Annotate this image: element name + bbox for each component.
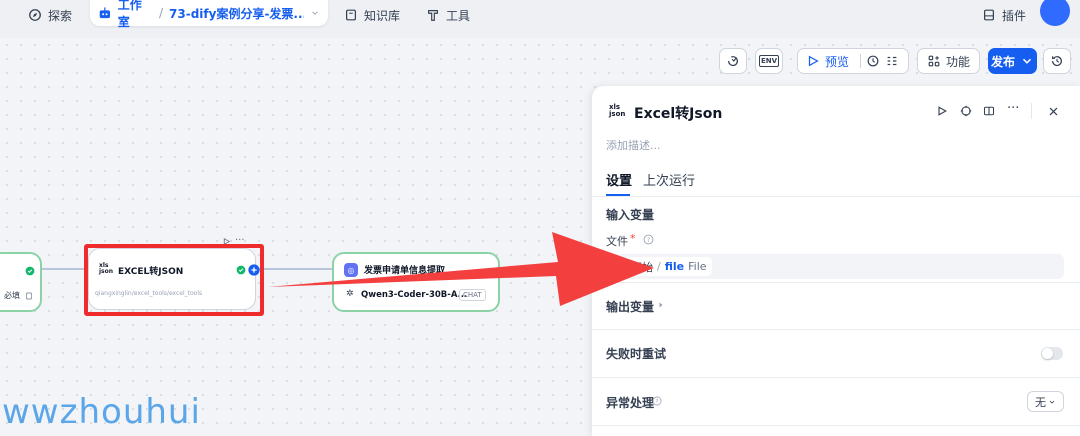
top-navigation: 探索 工作室 / 73-dify案例分享-发票... 知识库 工具 插件 [0,0,1080,38]
node-title: 发票申请单信息提取 [364,266,446,276]
features-label: 功能 [945,54,970,69]
nav-plugins-label: 插件 [1002,8,1027,23]
section-divider [592,425,1080,426]
env-button[interactable]: ENV [755,48,783,74]
panel-title[interactable]: Excel转Json [634,103,722,123]
nav-tools-label: 工具 [446,8,471,23]
model-name: Qwen3-Coder-30B-A... [361,290,468,300]
node-llm[interactable]: ◎ 发票申请单信息提取 ✲ Qwen3-Coder-30B-A... CHAT [332,252,500,312]
edge-excel-to-llm [256,268,332,270]
compass-icon [29,9,41,21]
input-vars-heading: 输入变量 [606,208,655,222]
workspace-link[interactable]: 工作室 [118,0,153,30]
node-start[interactable]: 必填 [0,252,42,312]
run-history-icon[interactable] [866,54,880,68]
chevron-right-icon[interactable] [657,301,665,309]
var-separator: / [657,260,661,273]
section-divider [592,377,1080,378]
preview-group: 预览 [797,48,909,74]
play-icon[interactable] [806,54,820,68]
variable-reference[interactable]: 开始 / file File [612,257,712,276]
chevron-down-icon [1022,58,1032,64]
toolbar-divider [860,54,862,68]
required-badge: 必填 [4,291,20,300]
version-history-button[interactable] [1043,48,1071,74]
nav-explore-label: 探索 [48,8,73,23]
tab-settings[interactable]: 设置 [606,170,632,189]
features-button[interactable]: 功能 [917,48,980,74]
section-divider [592,329,1080,330]
more-icon[interactable]: ··· [1007,101,1019,116]
check-circle-icon [25,266,35,276]
publish-button[interactable]: 发布 [988,48,1037,74]
chevron-down-icon[interactable] [310,8,320,18]
description-input[interactable]: 添加描述... [606,137,661,153]
avatar[interactable] [1040,0,1070,26]
history-check-icon [728,56,738,67]
checklist-button[interactable] [719,48,747,74]
var-type: File [688,260,707,273]
help-icon[interactable]: ? [652,396,662,406]
book-icon [346,9,356,21]
file-field-label: 文件 [606,235,628,248]
publish-label: 发布 [990,54,1015,69]
book-open-icon[interactable] [983,105,995,117]
retry-on-failure-label: 失败时重试 [606,347,667,361]
highlight-box [84,244,264,316]
play-icon[interactable] [936,105,948,117]
nav-knowledge-label: 知识库 [364,8,401,23]
retry-toggle[interactable] [1041,347,1063,360]
llm-icon: ◎ [344,263,358,277]
plugin-icon [984,9,994,21]
tab-last-run[interactable]: 上次运行 [643,170,695,189]
app-name[interactable]: 73-dify案例分享-发票... [169,5,304,22]
nav-tools[interactable]: 工具 [426,4,470,26]
watermark: wwzhouhui [2,392,201,432]
model-tag: CHAT [459,289,486,301]
section-divider [592,282,1080,283]
output-vars-heading[interactable]: 输出变量 [606,298,654,315]
robot-icon [99,7,110,19]
svg-text:?: ? [656,399,659,405]
exception-select[interactable]: 无 [1027,391,1064,412]
grid-plus-icon [928,55,940,67]
chevron-down-icon [1049,400,1055,404]
var-name: file [664,260,685,273]
tabs-divider [592,196,1080,197]
exception-value: 无 [1035,395,1046,409]
crosshair-icon[interactable] [960,105,972,117]
home-icon [617,262,627,271]
file-icon [26,292,32,300]
nav-knowledge[interactable]: 知识库 [344,4,400,26]
hammer-icon [428,10,438,21]
svg-text:?: ? [647,237,650,244]
history-icon [1052,56,1062,67]
model-icon: ✲ [346,289,354,299]
node-settings-panel: xls json Excel转Json ··· 添加描述... 设置 上次运行 输… [592,86,1080,436]
breadcrumb-separator: / [158,6,164,20]
close-icon[interactable] [1048,106,1059,117]
excel-json-icon: xls json [609,103,626,118]
exception-handling-label: 异常处理 [606,396,655,410]
env-label: ENV [758,55,780,67]
required-mark: * [630,232,636,245]
nav-plugins[interactable]: 插件 [982,4,1026,26]
nav-explore[interactable]: 探索 [28,4,72,26]
header-divider [1031,103,1032,119]
preview-button[interactable]: 预览 [825,53,849,70]
edge-start-to-excel [42,268,88,270]
checklist-icon[interactable] [885,54,899,68]
help-icon[interactable]: ? [643,234,654,245]
var-node-name: 开始 [631,260,653,274]
app-breadcrumb[interactable]: 工作室 / 73-dify案例分享-发票... [90,0,328,29]
